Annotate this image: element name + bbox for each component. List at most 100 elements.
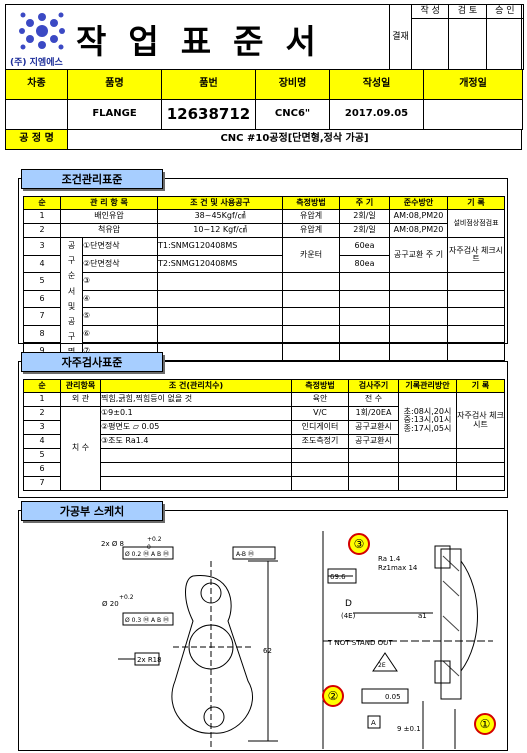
roughness-ra: Ra 1.4 [378, 555, 401, 563]
approval-box: 결재 작 성 검 토 승 인 [389, 4, 525, 70]
callout-2: ② [328, 689, 339, 703]
sign-box[interactable] [448, 18, 487, 70]
col-header: 검사주기 [348, 379, 399, 393]
row-number: 4 [23, 434, 61, 449]
cycle: 2회/일 [339, 223, 391, 238]
dim-tol: +0.2 [119, 594, 134, 601]
dim-tol: 0 [147, 544, 151, 551]
col-header: 순 [23, 379, 61, 393]
info-value [5, 99, 68, 130]
info-header: 차종 [5, 69, 68, 100]
info-header: 품명 [67, 69, 162, 100]
inspection-section: 자주검사표준 순 관리항목 조 건(관리치수) 측정방법 검사주기 기록관리방안… [18, 352, 508, 498]
col-header: 기록관리방안 [398, 379, 457, 393]
dim-D: D [345, 599, 352, 609]
row-number: 2 [23, 223, 61, 238]
dim-d8: 2x Ø 8 [101, 540, 124, 548]
measure-method: 유압계 [282, 223, 341, 238]
tool-spec: T1:SNMG120408MS [157, 237, 284, 256]
info-value [423, 99, 523, 130]
control-item: 배인유압 [59, 209, 159, 224]
position-tolerance-frame: Ø 0.2 Ⓜ A B Ⓜ [125, 550, 169, 558]
col-header: 측정방법 [282, 196, 341, 210]
col-header: 조 건(관리치수) [100, 379, 292, 393]
row-number: 5 [23, 272, 61, 291]
record: 자주검사 체크시트 [456, 392, 505, 449]
section-title: 자주검사표준 [21, 352, 163, 372]
info-value: 2017.09.05 [329, 99, 424, 130]
process-name: CNC #10공정[단면형,정삭 가공] [67, 129, 522, 150]
section-title: 조건관리표준 [21, 169, 163, 189]
measure-method: V/C [291, 406, 349, 421]
document-header: (주) 지엠에스 작업표준서 결재 작 성 검 토 승 인 [5, 4, 525, 70]
measure-method: 유압계 [282, 209, 341, 224]
info-header: 품번 [161, 69, 256, 100]
dimension-label: 치 수 [60, 406, 101, 491]
company-name: (주) 지엠에스 [10, 58, 63, 68]
condition-value: 10~12 Kgf/㎠ [157, 223, 284, 238]
row-number: 3 [23, 420, 61, 435]
row-number: 1 [23, 209, 61, 224]
tool-name: ④ [81, 289, 159, 308]
row-number: 8 [23, 324, 61, 343]
cycle: 공구교환시 [348, 434, 399, 449]
work-standard-sheet: (주) 지엠에스 작업표준서 결재 작 성 검 토 승 인 차종 품명 품번 장… [5, 4, 525, 751]
info-header: 작성일 [329, 69, 424, 100]
row-number: 5 [23, 448, 61, 463]
inspect-condition: ①9±0.1 [100, 406, 292, 421]
col-header: 주 기 [339, 196, 391, 210]
approval-approve: 승 인 [485, 4, 525, 19]
info-header: 개정일 [423, 69, 523, 100]
section-title: 가공부 스케치 [21, 501, 163, 521]
col-header: 준수방안 [389, 196, 449, 210]
col-header: 관 리 항 목 [59, 196, 159, 210]
measure-method: 카운터 [282, 237, 341, 273]
col-header: 기 록 [447, 196, 506, 210]
dim-r18: 2x R18 [137, 656, 162, 664]
inspection-table: 순 관리항목 조 건(관리치수) 측정방법 검사주기 기록관리방안 기 록 1 … [23, 379, 505, 491]
dim-height: 62 [263, 647, 272, 655]
info-header: 장비명 [255, 69, 330, 100]
row-number: 6 [23, 462, 61, 477]
part-drawing: 2x Ø 8 +0.2 0 Ø 0.2 Ⓜ A B Ⓜ Ø 20 +0.2 Ø … [101, 531, 496, 749]
dim-69-6: 69.6 [330, 573, 346, 581]
cycle: 공구교환시 [348, 420, 399, 435]
cycle: 80ea [339, 254, 391, 273]
record: 자주검사 체크시트 [447, 237, 506, 273]
approval-author: 작 성 [410, 4, 450, 19]
approval-label: 결재 [389, 4, 412, 70]
row-number: 3 [23, 237, 61, 256]
tool-name: ⑤ [81, 307, 159, 326]
sketch-section: 가공부 스케치 2x Ø 8 +0.2 0 Ø 0.2 Ⓜ A B Ⓜ Ø 20… [18, 501, 508, 751]
process-table: 공 정 명 CNC #10공정[단면형,정삭 가공] [5, 129, 522, 150]
sign-box[interactable] [410, 18, 450, 70]
sign-box[interactable] [485, 18, 525, 70]
dim-d20: Ø 20 [102, 600, 119, 608]
inspect-condition: ②평면도 ▱ 0.05 [100, 420, 292, 435]
inspect-item: 외 관 [60, 392, 101, 407]
callout-1: ① [480, 717, 491, 731]
cycle: 2회/일 [339, 209, 391, 224]
condition-value: 38~45Kgf/㎠ [157, 209, 284, 224]
row-number: 2 [23, 406, 61, 421]
product-info-table: 차종 품명 품번 장비명 작성일 개정일 FLANGE 12638712 CNC… [5, 69, 523, 130]
inspect-condition: 찍힘,긁힘,찍힘등이 없을 것 [100, 392, 292, 407]
tool-name: ①단면정삭 [81, 237, 159, 256]
datum-A: A [371, 719, 376, 727]
measure-method: 인디게이터 [291, 420, 349, 435]
cycle: 1회/20EA [348, 406, 399, 421]
tool-name: ③ [81, 272, 159, 291]
row-number: 6 [23, 289, 61, 308]
roughness-rz: Rz1max 14 [378, 564, 418, 572]
row-number: 7 [23, 307, 61, 326]
tool-group-label: 공구 순서 및 공구명 [60, 237, 83, 361]
position-tolerance-frame: Ø 0.3 Ⓜ A B Ⓜ [125, 616, 169, 624]
record-plan: 초:08시,20시 중:13시,01시 종:17시,05시 [398, 392, 457, 449]
process-label: 공 정 명 [5, 129, 68, 150]
measure-method: 조도측정기 [291, 434, 349, 449]
tool-name: ⑥ [81, 324, 159, 343]
tool-name: ②단면정삭 [81, 254, 159, 273]
flatness-value: 0.05 [385, 693, 401, 701]
callout-3: ③ [354, 537, 365, 551]
measure-method: 육안 [291, 392, 349, 407]
